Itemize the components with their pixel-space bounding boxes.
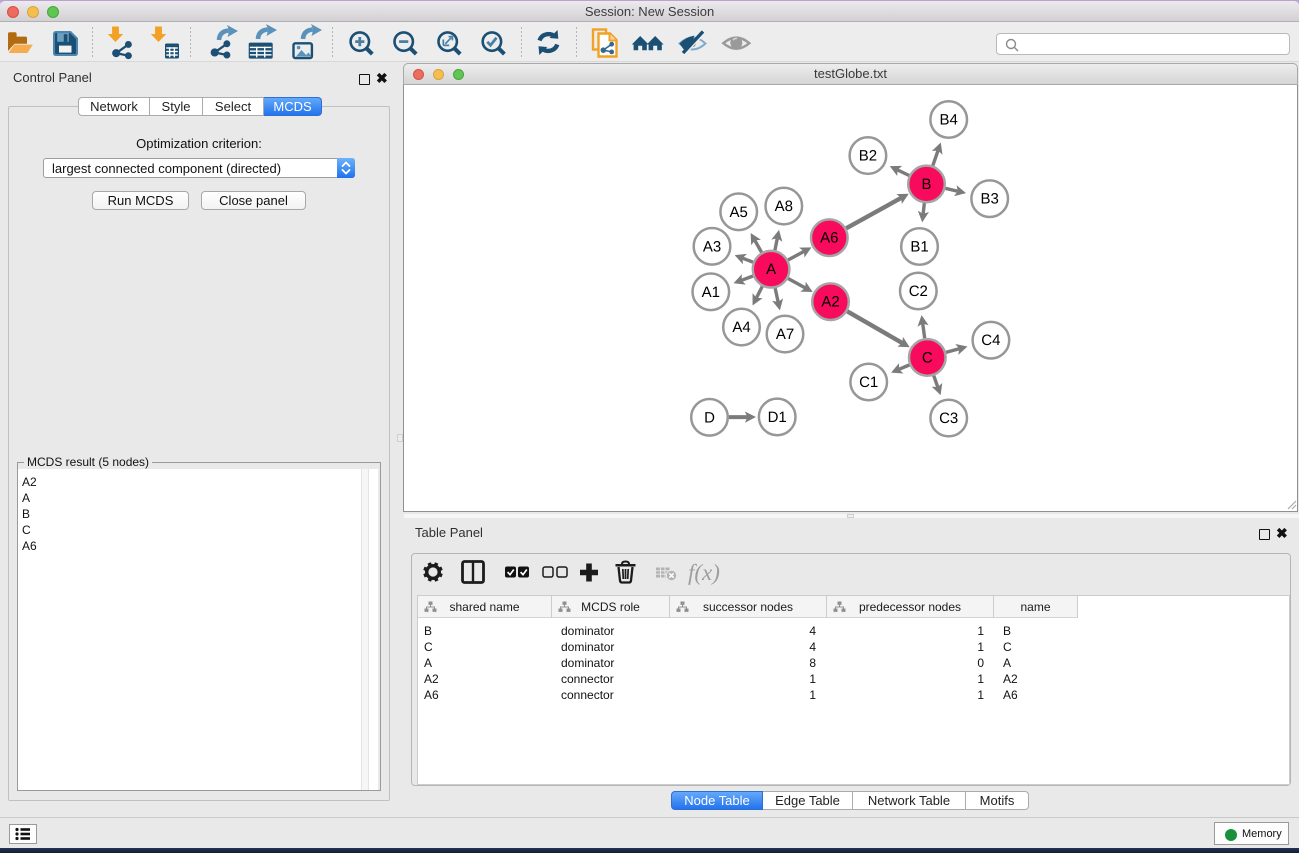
svg-text:C1: C1 (859, 374, 878, 391)
svg-text:A5: A5 (730, 204, 748, 221)
svg-text:A: A (766, 261, 776, 278)
svg-text:A7: A7 (776, 326, 794, 343)
svg-text:B3: B3 (981, 191, 999, 208)
svg-text:B1: B1 (910, 239, 928, 256)
svg-text:A2: A2 (821, 294, 839, 311)
svg-text:f(x): f(x) (688, 560, 720, 585)
svg-text:D: D (704, 409, 715, 426)
svg-text:C: C (922, 349, 933, 366)
svg-text:B2: B2 (859, 148, 877, 165)
svg-text:B: B (921, 176, 931, 193)
svg-text:C4: C4 (981, 332, 1000, 349)
svg-text:C2: C2 (909, 283, 928, 300)
svg-text:D1: D1 (768, 409, 787, 426)
svg-text:A4: A4 (732, 319, 750, 336)
svg-text:C3: C3 (939, 410, 958, 427)
svg-text:B4: B4 (940, 112, 958, 129)
svg-text:A3: A3 (703, 238, 721, 255)
svg-text:A1: A1 (702, 284, 720, 301)
svg-text:A8: A8 (775, 198, 793, 215)
svg-text:A6: A6 (820, 230, 838, 247)
